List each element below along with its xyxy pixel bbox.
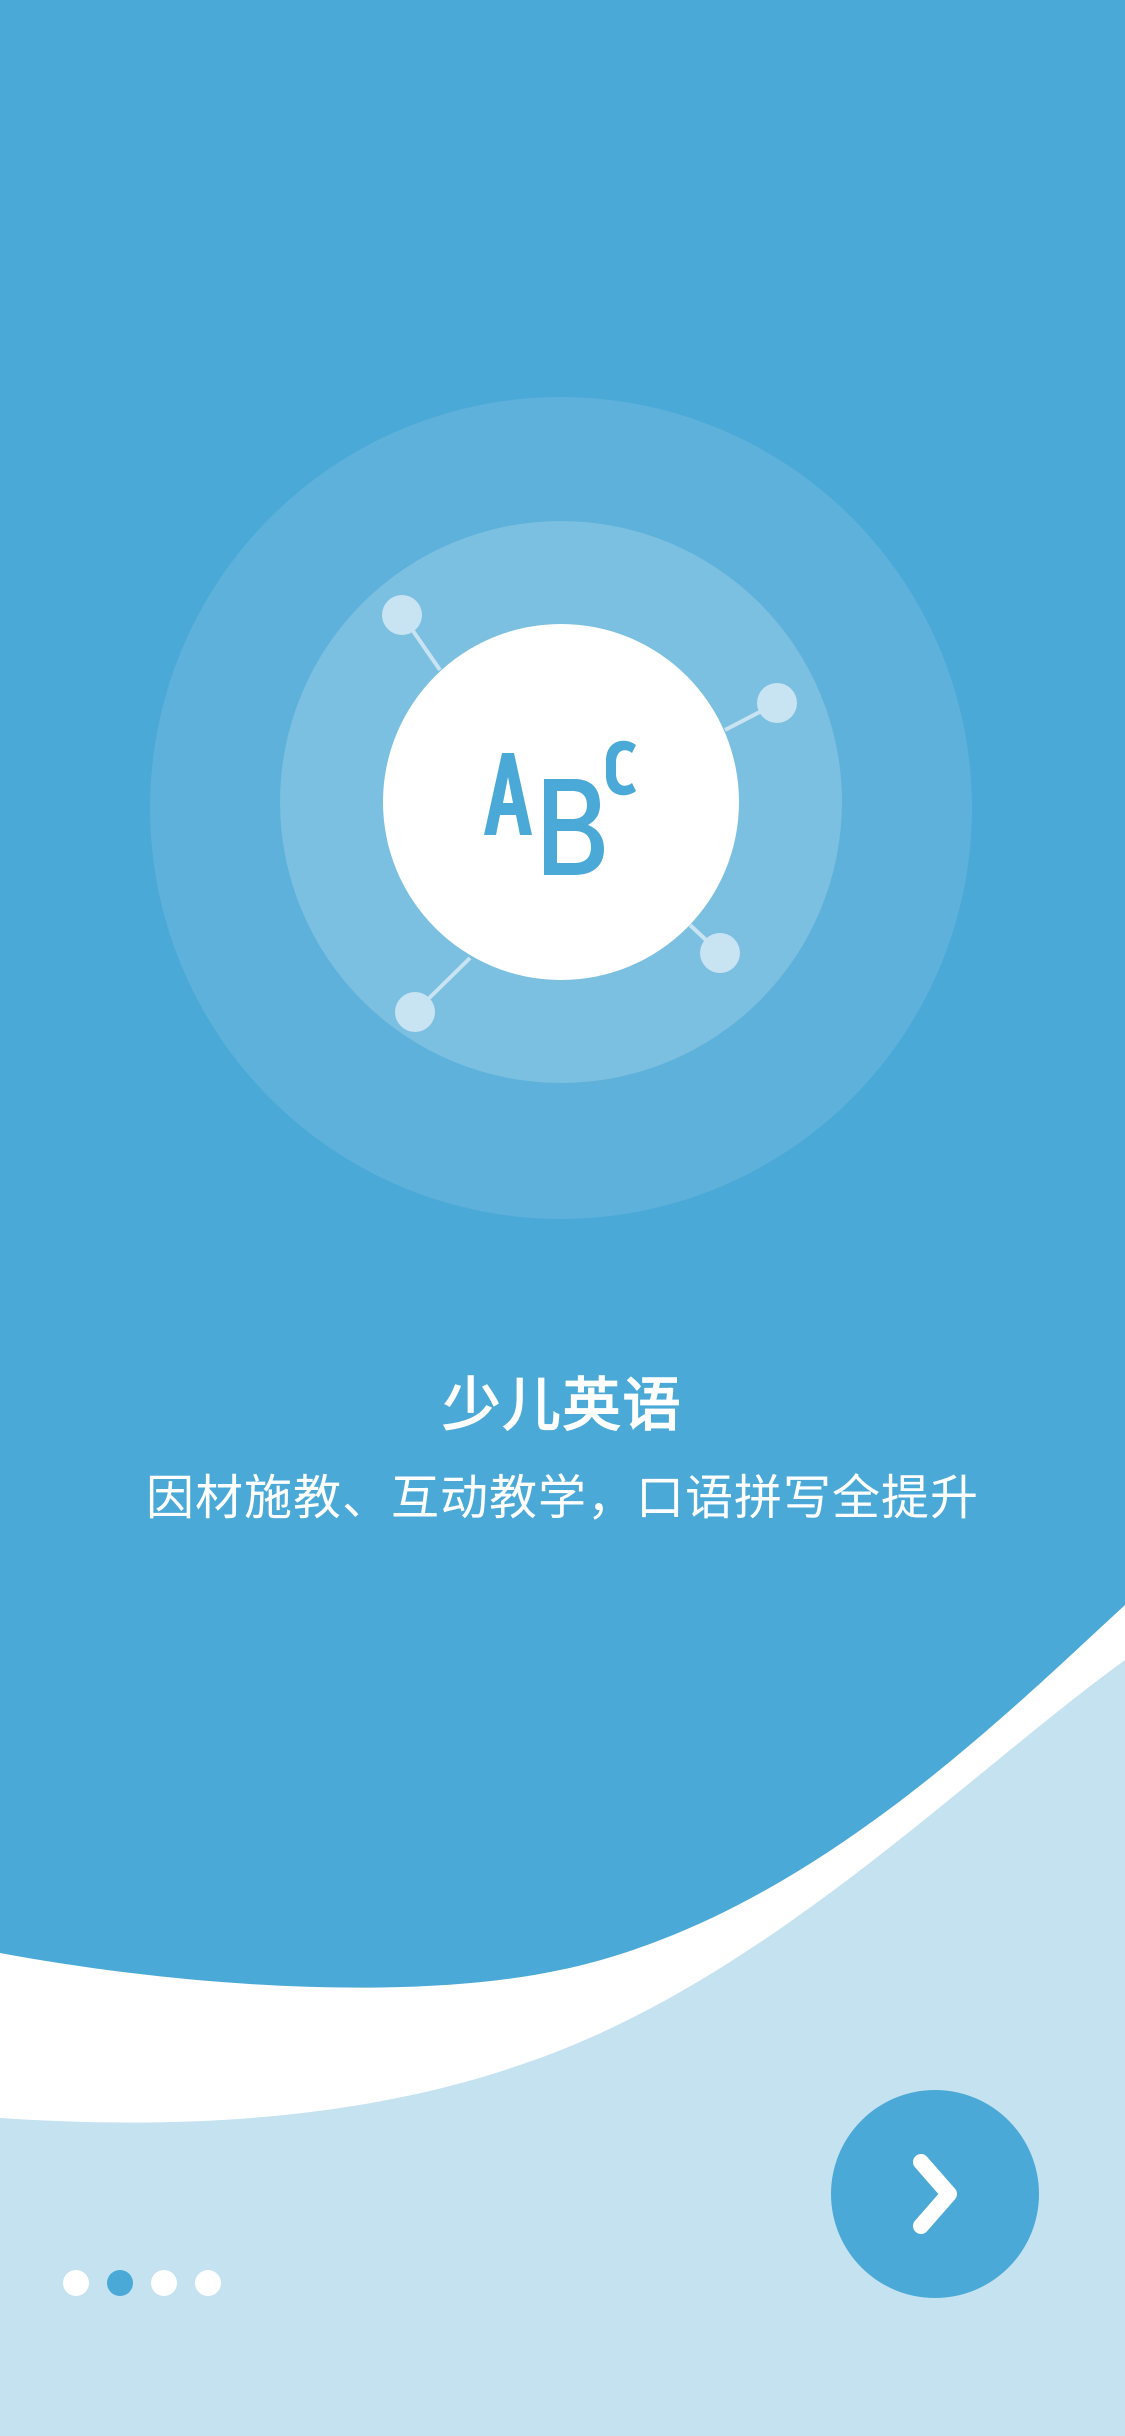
hero-illustration [0,0,1125,1300]
node-bottom-left [395,992,435,1032]
node-top-right [757,683,797,723]
onboarding-screen: 少儿英语 因材施教、互动教学，口语拼写全提升 [0,0,1125,2436]
abc-letters-icon [484,740,636,875]
node-bottom-right [700,933,740,973]
page-dot-2-active[interactable] [107,2270,133,2296]
page-dot-1[interactable] [63,2270,89,2296]
chevron-right-icon [913,2154,957,2234]
next-button[interactable] [831,2090,1039,2298]
wave-background [0,1605,1125,2436]
page-dot-3[interactable] [151,2270,177,2296]
page-title: 少儿英语 [442,1371,683,1439]
page-subtitle: 因材施教、互动教学，口语拼写全提升 [145,1470,979,1526]
node-top-left [382,595,422,635]
page-dot-4[interactable] [195,2270,221,2296]
